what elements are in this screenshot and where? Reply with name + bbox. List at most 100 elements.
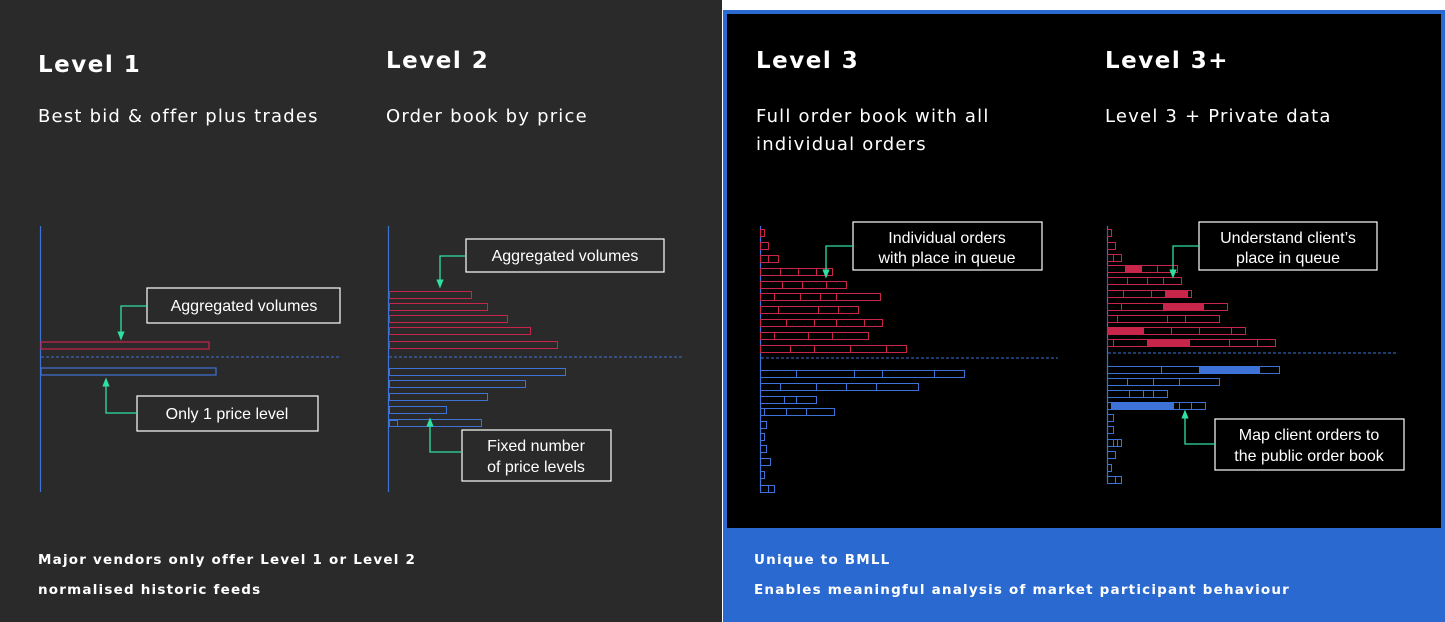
order-segment (760, 370, 797, 378)
level3-callout-top: Individual orders with place in queue (822, 221, 1043, 279)
level2-callout-top-arrow (436, 255, 466, 289)
level2-ask-bars (389, 291, 558, 349)
order-segment (826, 281, 847, 289)
level1-ask-bar (40, 341, 210, 350)
order-segment (1107, 265, 1126, 273)
price-level-bar (389, 315, 508, 323)
level3plus-diagram: Understand client’s place in queue Map c… (1106, 221, 1405, 484)
order-segment (1171, 327, 1200, 335)
order-segment (1107, 439, 1114, 447)
level1-callout-bottom-arrow (102, 377, 137, 414)
order-segment (1117, 315, 1168, 323)
level1-diagram: Aggregated volumes Only 1 price level (39, 226, 341, 492)
order-segment (1259, 366, 1280, 374)
order-segment (1107, 390, 1130, 398)
order-segment (1107, 315, 1118, 323)
order-segment (1107, 242, 1116, 250)
order-segment (768, 255, 779, 263)
level1-callout-bottom-text: Only 1 price level (166, 406, 289, 423)
level3plus-callout-bottom-arrow (1181, 409, 1215, 445)
order-segment (1153, 378, 1180, 386)
order-segment (808, 332, 833, 340)
order-segment (796, 370, 855, 378)
order-segment (1165, 290, 1188, 298)
order-segment (876, 383, 919, 391)
order-segment (760, 255, 769, 263)
order-segment (1125, 265, 1142, 273)
order-segment (760, 485, 769, 493)
level3plus-callout-bottom: Map client orders to the public order bo… (1181, 409, 1405, 471)
order-segment (854, 370, 883, 378)
order-segment (1111, 402, 1174, 410)
level2-callout-bottom: Fixed number of price levels (426, 417, 612, 482)
order-segment (796, 396, 817, 404)
level1-bid-bar (40, 367, 217, 376)
order-segment (1107, 476, 1116, 484)
order-segment (798, 268, 817, 276)
order-segment (786, 319, 815, 327)
order-segment (1179, 402, 1192, 410)
order-segment (1113, 254, 1122, 262)
level2-callout-bottom-line1: Fixed number (487, 438, 585, 455)
order-segment (1141, 265, 1158, 273)
order-segment (760, 396, 785, 404)
order-segment (760, 332, 775, 340)
price-level-bar (389, 368, 566, 376)
level2-callout-top-text: Aggregated volumes (492, 248, 639, 265)
order-segment (1203, 303, 1228, 311)
order-segment (1107, 426, 1114, 434)
order-segment (760, 281, 783, 289)
order-segment (1107, 277, 1128, 285)
order-segment (1199, 366, 1260, 374)
order-segment (818, 306, 839, 314)
order-segment (1191, 402, 1206, 410)
order-segment (1107, 339, 1114, 347)
order-segment (1143, 327, 1172, 335)
level2-callout-bottom-line2: of price levels (487, 459, 585, 476)
order-segment (1163, 277, 1182, 285)
order-segment (780, 268, 799, 276)
order-segment (764, 408, 787, 416)
level3plus-callout-bottom-line2: the public order book (1234, 448, 1384, 465)
level1-callout-top: Aggregated volumes (117, 287, 341, 341)
price-level-bar (389, 406, 447, 414)
order-segment (814, 345, 851, 353)
order-segment (1143, 390, 1154, 398)
level2-callout-top: Aggregated volumes (436, 238, 665, 289)
order-segment (760, 445, 767, 453)
order-segment (1107, 290, 1124, 298)
order-segment (802, 281, 827, 289)
level2-diagram: Aggregated volumes Fixed number of price… (387, 226, 684, 492)
level3-diagram: Individual orders with place in queue (759, 221, 1058, 493)
order-segment (786, 408, 807, 416)
price-level-bar (389, 303, 488, 311)
order-segment (832, 332, 869, 340)
price-level-bar (389, 327, 531, 335)
order-segment (760, 319, 787, 327)
order-segment (806, 408, 835, 416)
order-segment (836, 293, 881, 301)
level3-callout-line1: Individual orders (888, 230, 1005, 247)
order-segment (1115, 476, 1122, 484)
order-segment (1189, 339, 1230, 347)
order-segment (780, 383, 817, 391)
order-segment (800, 293, 821, 301)
price-level-bar (389, 291, 472, 299)
order-segment (1147, 277, 1164, 285)
level1-callout-bottom: Only 1 price level (102, 377, 319, 432)
order-segment (760, 242, 769, 250)
order-segment (760, 458, 771, 466)
order-segment (1167, 315, 1186, 323)
level1-callout-top-arrow (117, 305, 147, 341)
order-segment (1107, 254, 1114, 262)
order-segment (760, 306, 779, 314)
order-segment (836, 319, 865, 327)
order-segment (864, 319, 883, 327)
order-segment (1107, 366, 1162, 374)
order-segment (1147, 339, 1190, 347)
price-level-bar (389, 420, 398, 427)
order-segment (760, 421, 767, 429)
order-segment (760, 345, 791, 353)
order-segment (1185, 315, 1220, 323)
level3plus-callout-top-line2: place in queue (1236, 250, 1340, 267)
